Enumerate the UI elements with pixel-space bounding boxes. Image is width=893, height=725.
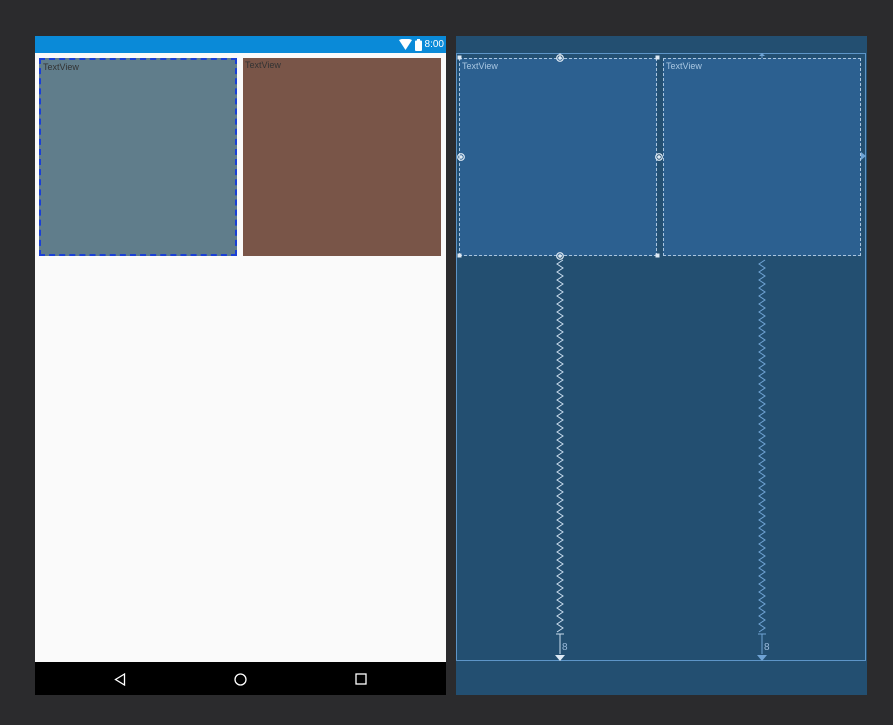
textview-1-label: TextView [43, 62, 79, 72]
navigation-bar [35, 662, 446, 695]
battery-icon [414, 38, 422, 51]
bottom-margin-label-2: 8 [764, 642, 770, 653]
status-time: 8:00 [424, 39, 444, 50]
wifi-icon [398, 39, 412, 50]
blueprint-view: TextView TextView 8 8 [456, 36, 867, 695]
bottom-margin-label-1: 8 [562, 642, 568, 653]
resize-handle-icons [457, 55, 660, 258]
recents-square-icon[interactable] [352, 670, 370, 688]
design-preview: 8:00 TextView TextView [35, 36, 446, 695]
status-bar: 8:00 [35, 36, 446, 53]
home-circle-icon[interactable] [231, 670, 249, 688]
textview-2-label: TextView [245, 60, 281, 70]
right-constraint-arrow-icon [861, 152, 866, 160]
constraint-line-1 [556, 259, 564, 633]
constraint-line-2 [758, 259, 766, 633]
textview-2[interactable]: TextView [243, 58, 441, 256]
constraint-overlay [457, 53, 866, 661]
back-triangle-icon[interactable] [111, 670, 129, 688]
textview-1[interactable]: TextView [39, 58, 237, 256]
anchor-handle-icons [457, 54, 663, 260]
bottom-margin-markers [555, 633, 767, 661]
